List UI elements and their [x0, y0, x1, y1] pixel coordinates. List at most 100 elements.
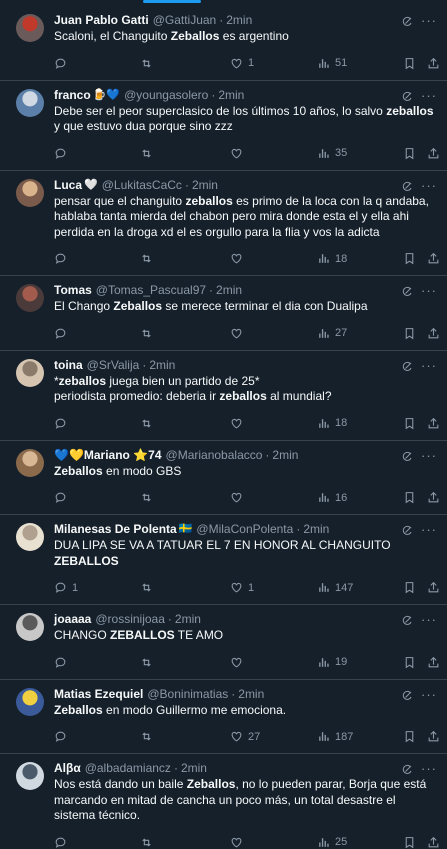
like-button[interactable]	[230, 252, 248, 265]
timestamp[interactable]: 2min	[181, 760, 207, 776]
share-button[interactable]	[427, 147, 440, 160]
timestamp[interactable]: 2min	[192, 177, 218, 193]
author-handle[interactable]: @youngasolero	[124, 87, 208, 103]
bookmark-button[interactable]	[403, 491, 416, 504]
more-icon[interactable]: ···	[421, 687, 437, 702]
share-button[interactable]	[427, 327, 440, 340]
grok-icon[interactable]	[401, 15, 413, 27]
tweet[interactable]: Tomas @Tomas_Pascual97 · 2min ··· El Chango Z…	[0, 276, 447, 351]
grok-icon[interactable]	[401, 90, 413, 102]
grok-icon[interactable]	[401, 180, 413, 192]
like-button[interactable]	[230, 327, 248, 340]
timestamp[interactable]: 2min	[175, 611, 201, 627]
avatar[interactable]	[16, 448, 44, 477]
retweet-button[interactable]	[140, 327, 158, 340]
grok-icon[interactable]	[401, 285, 413, 297]
avatar[interactable]	[16, 14, 44, 42]
bookmark-button[interactable]	[403, 581, 416, 594]
reply-button[interactable]	[54, 327, 72, 340]
like-button[interactable]	[230, 836, 248, 849]
avatar[interactable]	[16, 358, 44, 387]
more-icon[interactable]: ···	[421, 761, 437, 776]
timestamp[interactable]: 2min	[303, 521, 329, 537]
bookmark-button[interactable]	[403, 417, 416, 430]
bookmark-button[interactable]	[403, 656, 416, 669]
more-icon[interactable]: ···	[421, 283, 437, 298]
author-handle[interactable]: @Tomas_Pascual97	[96, 282, 206, 298]
tweet[interactable]: Juan Pablo Gatti @GattiJuan · 2min ··· Scalon…	[0, 6, 447, 81]
views-button[interactable]: 18	[317, 417, 347, 430]
author-name[interactable]: Luca	[54, 177, 82, 193]
reply-button[interactable]	[54, 730, 72, 743]
tweet[interactable]: Alβα @albadamiancz · 2min ··· Nos está dando …	[0, 754, 447, 849]
views-button[interactable]: 187	[317, 730, 353, 743]
share-button[interactable]	[427, 252, 440, 265]
more-icon[interactable]: ···	[421, 522, 437, 537]
timestamp[interactable]: 2min	[218, 87, 244, 103]
tweet[interactable]: Milanesas De Polenta 🇸🇪 @MilaConPolenta · 2m…	[0, 515, 447, 605]
grok-icon[interactable]	[401, 450, 413, 462]
more-icon[interactable]: ···	[421, 13, 437, 28]
author-handle[interactable]: @rossinijoaa	[95, 611, 165, 627]
like-button[interactable]: 1	[230, 57, 254, 70]
retweet-button[interactable]	[140, 252, 158, 265]
bookmark-button[interactable]	[403, 252, 416, 265]
share-button[interactable]	[427, 581, 440, 594]
more-icon[interactable]: ···	[421, 358, 437, 373]
avatar[interactable]	[16, 762, 44, 790]
timestamp[interactable]: 2min	[226, 12, 252, 28]
retweet-button[interactable]	[140, 730, 158, 743]
author-handle[interactable]: @GattiJuan	[153, 12, 217, 28]
share-button[interactable]	[427, 491, 440, 504]
grok-icon[interactable]	[401, 763, 413, 775]
bookmark-button[interactable]	[403, 147, 416, 160]
tweet[interactable]: joaaaa @rossinijoaa · 2min ··· CHANGO ZEBALLO…	[0, 605, 447, 680]
timestamp[interactable]: 2min	[238, 686, 264, 702]
share-button[interactable]	[427, 417, 440, 430]
retweet-button[interactable]	[140, 656, 158, 669]
tweet[interactable]: toina @SrValija · 2min ··· *zeballos juega bi…	[0, 351, 447, 441]
author-name[interactable]: Juan Pablo Gatti	[54, 12, 149, 28]
author-name[interactable]: Matias Ezequiel	[54, 686, 143, 702]
grok-icon[interactable]	[401, 360, 413, 372]
more-icon[interactable]: ···	[421, 178, 437, 193]
like-button[interactable]	[230, 417, 248, 430]
author-handle[interactable]: @Boninimatias	[147, 686, 228, 702]
views-button[interactable]: 19	[317, 656, 347, 669]
author-name[interactable]: joaaaa	[54, 611, 91, 627]
more-icon[interactable]: ···	[421, 88, 437, 103]
retweet-button[interactable]	[140, 491, 158, 504]
reply-button[interactable]	[54, 252, 72, 265]
reply-button[interactable]	[54, 656, 72, 669]
timestamp[interactable]: 2min	[216, 282, 242, 298]
share-button[interactable]	[427, 57, 440, 70]
reply-button[interactable]	[54, 417, 72, 430]
avatar[interactable]	[16, 88, 44, 117]
avatar[interactable]	[16, 613, 44, 641]
avatar[interactable]	[16, 178, 44, 207]
views-button[interactable]: 18	[317, 252, 347, 265]
avatar[interactable]	[16, 687, 44, 716]
like-button[interactable]	[230, 147, 248, 160]
more-icon[interactable]: ···	[421, 448, 437, 463]
tweet[interactable]: franco 🍺💙 @youngasolero · 2min ··· Debe ser el…	[0, 81, 447, 171]
views-button[interactable]: 147	[317, 581, 353, 594]
avatar[interactable]	[16, 523, 44, 551]
grok-icon[interactable]	[401, 614, 413, 626]
retweet-button[interactable]	[140, 581, 158, 594]
views-button[interactable]: 16	[317, 491, 347, 504]
like-button[interactable]	[230, 656, 248, 669]
retweet-button[interactable]	[140, 57, 158, 70]
reply-button[interactable]	[54, 147, 72, 160]
timestamp[interactable]: 2min	[272, 447, 298, 463]
reply-button[interactable]	[54, 57, 72, 70]
avatar[interactable]	[16, 284, 44, 312]
views-button[interactable]: 51	[317, 57, 347, 70]
timestamp[interactable]: 2min	[149, 357, 175, 373]
author-name[interactable]: 💙💛Mariano ⭐74	[54, 447, 162, 463]
tweet[interactable]: 💙💛Mariano ⭐74 @Marianobalacco · 2min ··· Zeba…	[0, 441, 447, 515]
bookmark-button[interactable]	[403, 327, 416, 340]
author-handle[interactable]: @albadamiancz	[85, 760, 171, 776]
bookmark-button[interactable]	[403, 836, 416, 849]
retweet-button[interactable]	[140, 417, 158, 430]
